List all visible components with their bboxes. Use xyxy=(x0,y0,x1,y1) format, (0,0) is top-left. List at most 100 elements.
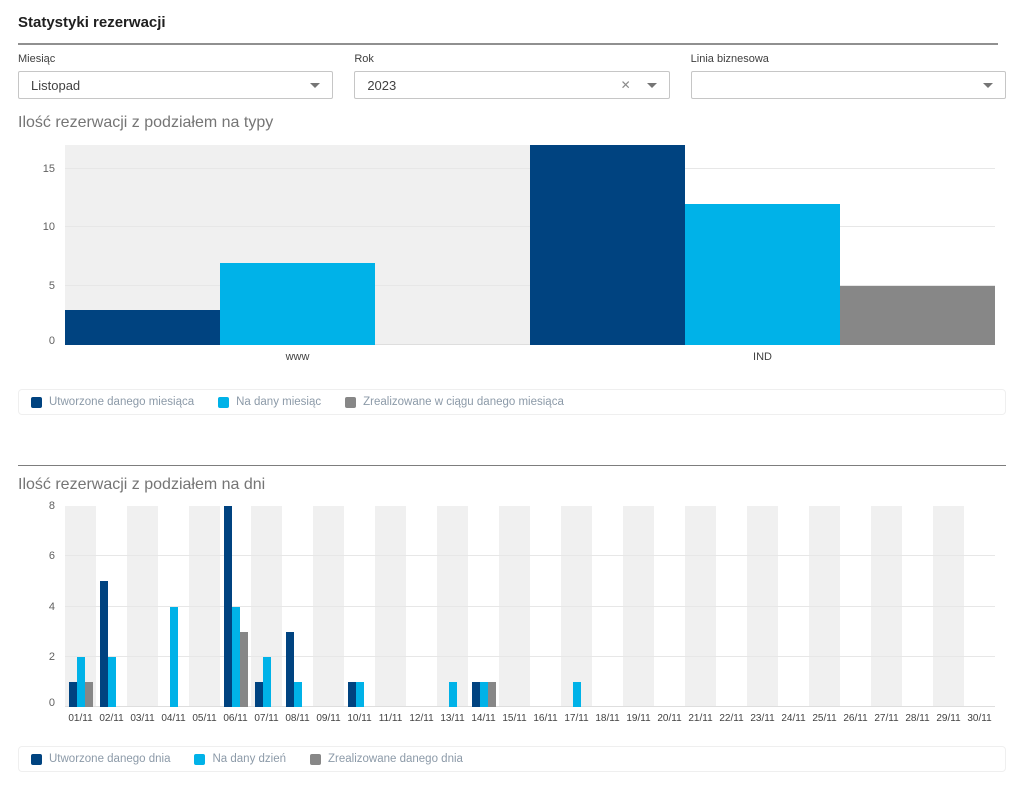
x-axis-category-label: 01/11 xyxy=(68,713,93,724)
bar-segment[interactable] xyxy=(471,681,480,707)
year-select[interactable]: 2023 ✕ xyxy=(354,71,670,99)
y-axis-tick-label: 6 xyxy=(48,550,55,563)
bar-segment[interactable] xyxy=(347,681,356,707)
days-x-axis-labels: 01/11 02/11 03/11 04/11 05/11 06/11 07/11 08/11… xyxy=(65,713,995,724)
legend-swatch xyxy=(310,753,322,765)
bar-group xyxy=(933,506,964,707)
bar-segment[interactable] xyxy=(487,681,496,707)
legend-label: Utworzone danego miesiąca xyxy=(49,396,195,408)
bar-segment[interactable] xyxy=(84,681,93,707)
chevron-down-icon[interactable] xyxy=(310,82,321,88)
bar-group xyxy=(964,506,995,707)
bar-segment[interactable] xyxy=(65,309,220,345)
bar-group xyxy=(406,506,437,707)
section-divider xyxy=(18,465,1006,466)
x-axis-category-label: 11/11 xyxy=(378,713,403,724)
bar-segment[interactable] xyxy=(99,581,108,707)
filters-row: Miesiąc Listopad Rok 2023 ✕ Linia biznes… xyxy=(18,53,1006,99)
x-axis-category-label: 09/11 xyxy=(316,713,341,724)
bar-group xyxy=(840,506,871,707)
bar-segment[interactable] xyxy=(107,656,116,707)
bar-group xyxy=(251,506,282,707)
bar-group xyxy=(65,145,530,345)
bar-segment[interactable] xyxy=(223,506,232,707)
bar-group xyxy=(561,506,592,707)
x-axis-category-label: 27/11 xyxy=(874,713,899,724)
legend-item[interactable]: Utworzone danego dnia xyxy=(31,753,170,765)
x-axis-category-label: 05/11 xyxy=(192,713,217,724)
bar-group xyxy=(623,506,654,707)
legend-item[interactable]: Utworzone danego miesiąca xyxy=(31,396,194,408)
x-axis-category-label: 15/11 xyxy=(502,713,527,724)
year-label: Rok xyxy=(354,53,374,65)
bar-group xyxy=(902,506,933,707)
bar-segment[interactable] xyxy=(169,606,178,707)
bar-segment[interactable] xyxy=(285,631,294,707)
filter-month: Miesiąc Listopad xyxy=(18,53,334,99)
bar-segment[interactable] xyxy=(76,656,85,707)
bar-segment[interactable] xyxy=(572,681,581,707)
bar-groups xyxy=(65,145,995,345)
chart-days-title: Ilość rezerwacji z podziałem na dni xyxy=(18,476,266,493)
bar-group xyxy=(220,506,251,707)
clear-icon[interactable]: ✕ xyxy=(621,79,631,91)
x-axis-category-label: IND xyxy=(753,351,772,363)
business-line-select[interactable] xyxy=(690,71,1006,99)
bar-segment[interactable] xyxy=(530,145,685,345)
bar-group xyxy=(716,506,747,707)
bar-group xyxy=(375,506,406,707)
bar-segment[interactable] xyxy=(68,681,77,707)
y-axis-tick-label: 0 xyxy=(48,697,55,709)
legend-item[interactable]: Zrealizowane w ciągu danego miesiąca xyxy=(345,396,564,408)
legend-swatch xyxy=(345,396,357,408)
chart-types-section: Ilość rezerwacji z podziałem na typy 0 5 1… xyxy=(18,114,1006,415)
x-axis-category-label: 22/11 xyxy=(719,713,744,724)
bar-segment[interactable] xyxy=(685,203,840,345)
chevron-down-icon[interactable] xyxy=(646,82,657,88)
x-axis-category-label: 23/11 xyxy=(750,713,775,724)
bar-segment[interactable] xyxy=(293,681,302,707)
month-select-value: Listopad xyxy=(31,77,81,93)
x-axis-category-label: 29/11 xyxy=(936,713,961,724)
x-axis-category-label: 18/11 xyxy=(595,713,620,724)
x-axis-category-label: 13/11 xyxy=(440,713,465,724)
y-axis-tick-label: 4 xyxy=(48,600,55,613)
x-axis-category-label: www xyxy=(285,351,310,363)
x-axis-category-label: 20/11 xyxy=(657,713,682,724)
bar-segment[interactable] xyxy=(231,606,240,707)
bar-segment[interactable] xyxy=(448,681,457,707)
days-bar-chart: 0 2 4 6 8 xyxy=(49,500,995,709)
legend-item[interactable]: Na dany dzień xyxy=(194,753,286,765)
bar-segment[interactable] xyxy=(220,262,375,345)
x-axis-category-label: 04/11 xyxy=(161,713,186,724)
filter-year: Rok 2023 ✕ xyxy=(354,53,670,99)
legend-label: Na dany dzień xyxy=(212,753,287,765)
legend-label: Zrealizowane danego dnia xyxy=(328,753,463,765)
legend-swatch xyxy=(194,753,206,765)
types-legend: Utworzone danego miesiąca Na dany miesiąc… xyxy=(18,389,1006,415)
chevron-down-icon[interactable] xyxy=(982,82,993,88)
bar-group xyxy=(685,506,716,707)
bar-segment[interactable] xyxy=(254,681,263,707)
legend-item[interactable]: Zrealizowane danego dnia xyxy=(310,753,463,765)
bar-group xyxy=(747,506,778,707)
bar-segment[interactable] xyxy=(840,286,995,345)
x-axis-category-label: 26/11 xyxy=(843,713,868,724)
month-label: Miesiąc xyxy=(18,53,56,65)
bar-group xyxy=(158,506,189,707)
legend-item[interactable]: Na dany miesiąc xyxy=(218,396,321,408)
bar-group xyxy=(189,506,220,707)
legend-swatch xyxy=(31,396,42,408)
legend-label: Utworzone danego dnia xyxy=(49,753,171,765)
month-select[interactable]: Listopad xyxy=(18,71,334,99)
bar-segment[interactable] xyxy=(355,681,364,707)
bar-segment[interactable] xyxy=(262,656,271,707)
bar-group xyxy=(282,506,313,707)
x-axis-category-label: 19/11 xyxy=(626,713,651,724)
bar-group xyxy=(778,506,809,707)
page-title: Statystyki rezerwacji xyxy=(18,14,166,31)
bar-group xyxy=(127,506,158,707)
bar-segment[interactable] xyxy=(239,631,248,707)
y-axis-tick-label: 2 xyxy=(48,650,55,663)
bar-segment[interactable] xyxy=(479,681,488,707)
